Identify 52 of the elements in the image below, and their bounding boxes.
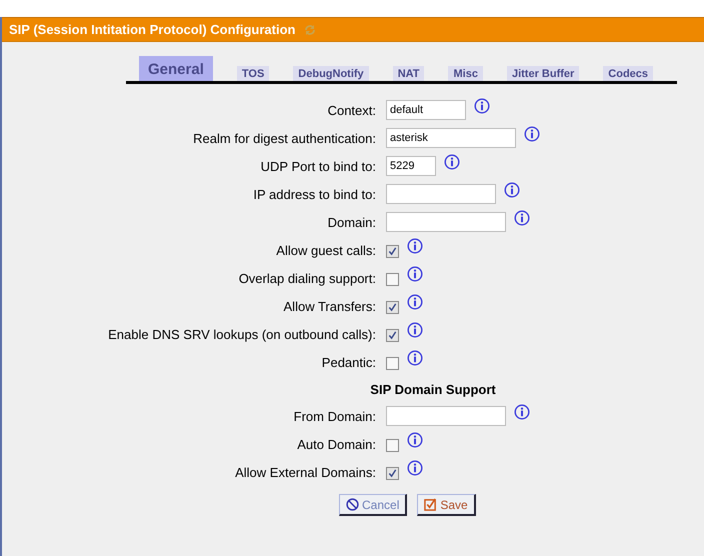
- field-label: Pedantic:: [320, 354, 376, 372]
- input-field[interactable]: default: [386, 100, 466, 120]
- tab[interactable]: Jitter Buffer: [506, 66, 580, 81]
- info-icon[interactable]: [514, 404, 530, 420]
- field-label: Allow Transfers:: [282, 298, 376, 316]
- window-title: SIP (Session Intitation Protocol) Configuration: [9, 22, 296, 37]
- info-icon[interactable]: [407, 460, 423, 476]
- input-field[interactable]: asterisk: [386, 128, 516, 148]
- tab[interactable]: DebugNotify: [293, 66, 369, 81]
- info-icon[interactable]: [524, 126, 540, 142]
- field-label: Realm for digest authentication:: [192, 130, 376, 148]
- checkbox[interactable]: [386, 329, 399, 342]
- field-label: Enable DNS SRV lookups (on outbound calls):: [107, 326, 376, 344]
- input-field[interactable]: [386, 184, 496, 204]
- no-entry-icon: [346, 498, 359, 511]
- tab[interactable]: TOS: [236, 66, 270, 81]
- field-label: IP address to bind to:: [252, 186, 376, 204]
- info-icon[interactable]: [407, 322, 423, 338]
- info-icon[interactable]: [407, 266, 423, 282]
- save-button[interactable]: Save: [417, 494, 476, 516]
- checkbox[interactable]: [386, 467, 399, 480]
- info-icon[interactable]: [407, 238, 423, 254]
- checkbox[interactable]: [386, 301, 399, 314]
- info-icon[interactable]: [444, 154, 460, 170]
- cancel-button[interactable]: Cancel: [339, 494, 408, 516]
- field-label: UDP Port to bind to:: [260, 158, 376, 176]
- input-field[interactable]: [386, 212, 506, 232]
- checkmark-box-icon: [424, 498, 438, 511]
- tab[interactable]: Misc: [448, 66, 483, 81]
- checkbox[interactable]: [386, 439, 399, 452]
- field-label: Auto Domain:: [296, 436, 376, 454]
- tab[interactable]: General: [139, 56, 213, 81]
- field-label: Context:: [326, 102, 376, 120]
- field-label: Allow External Domains:: [234, 464, 376, 482]
- section-heading: SIP Domain Support: [369, 381, 497, 399]
- info-icon[interactable]: [514, 210, 530, 226]
- info-icon[interactable]: [407, 432, 423, 448]
- info-icon[interactable]: [407, 350, 423, 366]
- checkbox[interactable]: [386, 273, 399, 286]
- input-field[interactable]: [386, 406, 506, 426]
- tab[interactable]: Codecs: [603, 66, 654, 81]
- field-label: Overlap dialing support:: [238, 270, 376, 288]
- field-label: From Domain:: [292, 408, 376, 426]
- info-icon[interactable]: [504, 182, 520, 198]
- input-field[interactable]: 5229: [386, 156, 436, 176]
- checkbox[interactable]: [386, 245, 399, 258]
- field-label: Domain:: [326, 214, 376, 232]
- info-icon[interactable]: [407, 294, 423, 310]
- tab[interactable]: NAT: [392, 66, 424, 81]
- checkbox[interactable]: [386, 357, 399, 370]
- field-label: Allow guest calls:: [275, 242, 376, 260]
- info-icon[interactable]: [474, 98, 490, 114]
